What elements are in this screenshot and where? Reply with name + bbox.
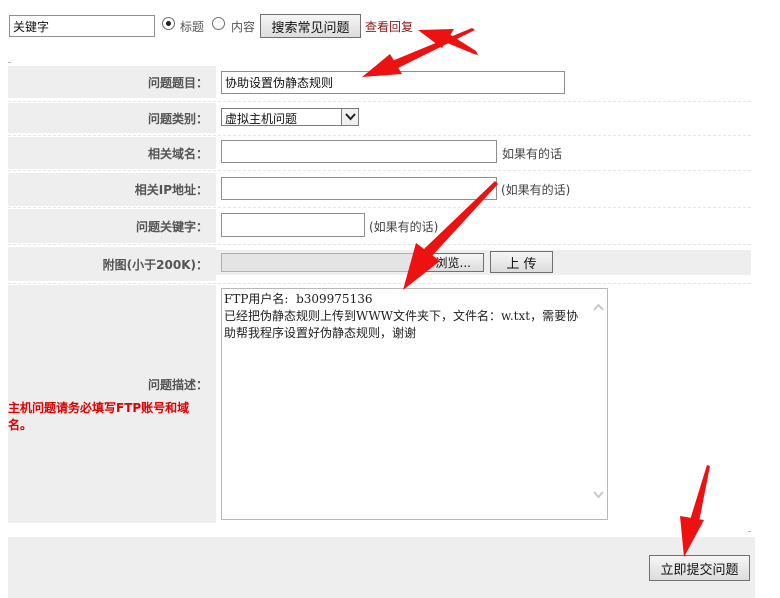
domain-hint: 如果有的话 — [502, 147, 563, 161]
arrowhead-view-reply — [418, 29, 454, 48]
keyword-input[interactable] — [9, 15, 155, 37]
submit-question-button[interactable]: 立即提交问题 — [649, 555, 750, 581]
scroll-up-icon[interactable] — [590, 301, 607, 316]
upload-button[interactable]: 上 传 — [490, 251, 553, 273]
description-label-cell: 问题描述： 主机问题请务必填写FTP账号和域名。 — [8, 285, 216, 523]
radio-title-label: 标题 — [180, 20, 205, 34]
search-faq-button[interactable]: 搜索常见问题 — [260, 14, 361, 38]
keywords-label: 问题关键字： — [8, 209, 216, 243]
radio-title[interactable] — [162, 17, 175, 30]
view-reply-link[interactable]: 查看回复 — [365, 18, 413, 35]
domain-input[interactable] — [221, 140, 497, 163]
subject-input[interactable] — [221, 71, 565, 94]
chevron-down-icon[interactable] — [341, 109, 358, 125]
category-label: 问题类别： — [8, 103, 216, 133]
ftp-warning-text: 主机问题请务必填写FTP账号和域名。 — [8, 400, 190, 432]
ip-hint: (如果有的话) — [501, 183, 571, 197]
domain-label: 相关域名： — [8, 137, 216, 169]
keywords-input[interactable] — [221, 213, 365, 237]
arrow-submit — [690, 465, 710, 522]
browse-button[interactable]: 浏览... — [414, 253, 484, 272]
subject-label: 问题题目： — [8, 66, 216, 98]
description-text: FTP用户名: b309975136 已经把伪静态规则上传到WWW文件夹下，文件… — [224, 292, 579, 340]
attachment-label: 附图(小于200K)： — [8, 247, 216, 281]
submit-area — [8, 537, 755, 598]
file-path-field[interactable] — [221, 253, 415, 272]
textarea-scrollbar[interactable] — [590, 289, 607, 519]
ip-input[interactable] — [221, 177, 497, 200]
keywords-hint: (如果有的话) — [369, 220, 439, 234]
radio-content[interactable] — [212, 17, 225, 30]
description-textarea[interactable]: FTP用户名: b309975136 已经把伪静态规则上传到WWW文件夹下，文件… — [221, 288, 608, 520]
description-label: 问题描述： — [147, 377, 208, 392]
radio-content-label: 内容 — [231, 20, 256, 34]
arrow-view-reply — [440, 32, 478, 55]
category-select[interactable]: 虚拟主机问题 — [221, 108, 359, 126]
category-selected: 虚拟主机问题 — [225, 112, 298, 126]
ip-label: 相关IP地址： — [8, 173, 216, 206]
scroll-down-icon[interactable] — [590, 489, 607, 504]
